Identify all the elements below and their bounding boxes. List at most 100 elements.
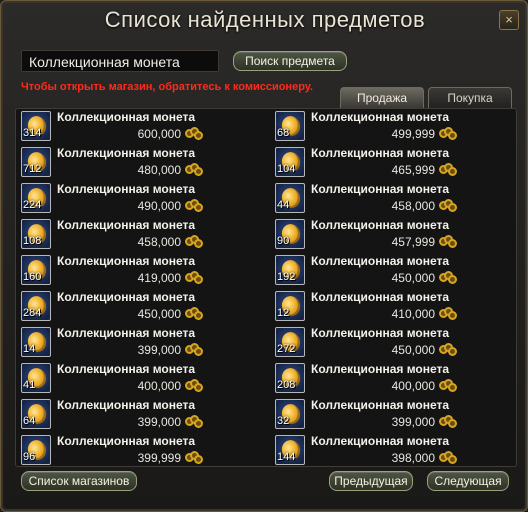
adena-coins-icon (185, 271, 205, 285)
item-slot[interactable]: 144 (275, 435, 305, 465)
list-item[interactable]: 44 Коллекционная монета 458,000 (275, 181, 515, 217)
adena-coins-icon (439, 307, 459, 321)
item-quantity: 96 (23, 451, 36, 463)
shop-notice: Чтобы открыть магазин, обратитесь к коми… (21, 81, 313, 93)
item-slot[interactable]: 44 (275, 183, 305, 213)
item-slot[interactable]: 12 (275, 291, 305, 321)
item-name: Коллекционная монета (57, 326, 196, 340)
item-quantity: 104 (277, 163, 296, 175)
item-quantity: 144 (277, 451, 296, 463)
adena-coins-icon (439, 271, 459, 285)
item-slot[interactable]: 104 (275, 147, 305, 177)
window-title: Список найденных предметов (104, 7, 426, 32)
item-price: 450,000 (391, 271, 435, 285)
item-slot[interactable]: 90 (275, 219, 305, 249)
list-item[interactable]: 272 Коллекционная монета 450,000 (275, 325, 515, 361)
item-name: Коллекционная монета (311, 254, 450, 268)
item-price: 419,000 (137, 271, 181, 285)
previous-page-button[interactable]: Предыдущая (329, 471, 413, 491)
list-item[interactable]: 68 Коллекционная монета 499,999 (275, 109, 515, 145)
item-price: 450,000 (391, 343, 435, 357)
item-price: 465,999 (391, 163, 435, 177)
adena-coins-icon (439, 235, 459, 249)
item-slot[interactable]: 41 (21, 363, 51, 393)
item-name: Коллекционная монета (311, 290, 450, 304)
tab-sell[interactable]: Продажа (340, 87, 424, 108)
item-slot[interactable]: 192 (275, 255, 305, 285)
item-name: Коллекционная монета (57, 182, 196, 196)
item-slot[interactable]: 712 (21, 147, 51, 177)
list-item[interactable]: 90 Коллекционная монета 457,999 (275, 217, 515, 253)
shop-list-button[interactable]: Список магазинов (21, 471, 137, 491)
next-page-button[interactable]: Следующая (427, 471, 509, 491)
list-item[interactable]: 104 Коллекционная монета 465,999 (275, 145, 515, 181)
adena-coins-icon (439, 127, 459, 141)
list-item[interactable]: 64 Коллекционная монета 399,000 (21, 397, 261, 433)
item-slot[interactable]: 272 (275, 327, 305, 357)
item-quantity: 90 (277, 235, 290, 247)
item-quantity: 272 (277, 343, 296, 355)
item-slot[interactable]: 64 (21, 399, 51, 429)
item-price: 499,999 (391, 127, 435, 141)
adena-coins-icon (439, 163, 459, 177)
item-name: Коллекционная монета (311, 182, 450, 196)
list-item[interactable]: 284 Коллекционная монета 450,000 (21, 289, 261, 325)
tab-buy[interactable]: Покупка (428, 87, 512, 108)
item-name: Коллекционная монета (57, 362, 196, 376)
item-list-left-column: 314 Коллекционная монета 600,000 712 Коллекц… (21, 109, 261, 469)
item-name: Коллекционная монета (57, 218, 196, 232)
item-price: 399,000 (137, 415, 181, 429)
item-slot[interactable]: 160 (21, 255, 51, 285)
item-price: 600,000 (137, 127, 181, 141)
item-quantity: 314 (23, 127, 42, 139)
item-slot[interactable]: 314 (21, 111, 51, 141)
adena-coins-icon (439, 415, 459, 429)
adena-coins-icon (185, 127, 205, 141)
search-item-button[interactable]: Поиск предмета (233, 51, 347, 71)
item-slot[interactable]: 14 (21, 327, 51, 357)
item-slot[interactable]: 96 (21, 435, 51, 465)
list-item[interactable]: 314 Коллекционная монета 600,000 (21, 109, 261, 145)
item-slot[interactable]: 68 (275, 111, 305, 141)
adena-coins-icon (185, 163, 205, 177)
item-price: 399,000 (137, 343, 181, 357)
list-item[interactable]: 12 Коллекционная монета 410,000 (275, 289, 515, 325)
item-slot[interactable]: 284 (21, 291, 51, 321)
list-item[interactable]: 160 Коллекционная монета 419,000 (21, 253, 261, 289)
item-slot[interactable]: 224 (21, 183, 51, 213)
list-item[interactable]: 14 Коллекционная монета 399,000 (21, 325, 261, 361)
item-slot[interactable]: 108 (21, 219, 51, 249)
item-slot[interactable]: 208 (275, 363, 305, 393)
item-quantity: 224 (23, 199, 42, 211)
adena-coins-icon (185, 451, 205, 465)
list-item[interactable]: 208 Коллекционная монета 400,000 (275, 361, 515, 397)
list-item[interactable]: 41 Коллекционная монета 400,000 (21, 361, 261, 397)
list-item[interactable]: 108 Коллекционная монета 458,000 (21, 217, 261, 253)
search-input[interactable]: Коллекционная монета (21, 50, 219, 72)
item-quantity: 284 (23, 307, 42, 319)
list-item[interactable]: 192 Коллекционная монета 450,000 (275, 253, 515, 289)
item-price: 458,000 (391, 199, 435, 213)
adena-coins-icon (185, 235, 205, 249)
item-quantity: 192 (277, 271, 296, 283)
list-item[interactable]: 144 Коллекционная монета 398,000 (275, 433, 515, 469)
item-list-right-column: 68 Коллекционная монета 499,999 104 Коллекци… (275, 109, 515, 469)
item-name: Коллекционная монета (57, 254, 196, 268)
list-item[interactable]: 712 Коллекционная монета 480,000 (21, 145, 261, 181)
item-quantity: 41 (23, 379, 36, 391)
list-item[interactable]: 32 Коллекционная монета 399,000 (275, 397, 515, 433)
item-slot[interactable]: 32 (275, 399, 305, 429)
item-name: Коллекционная монета (57, 146, 196, 160)
adena-coins-icon (439, 379, 459, 393)
item-name: Коллекционная монета (311, 362, 450, 376)
item-quantity: 108 (23, 235, 42, 247)
list-item[interactable]: 96 Коллекционная монета 399,999 (21, 433, 261, 469)
item-name: Коллекционная монета (57, 110, 196, 124)
item-name: Коллекционная монета (57, 290, 196, 304)
list-item[interactable]: 224 Коллекционная монета 490,000 (21, 181, 261, 217)
item-name: Коллекционная монета (311, 110, 450, 124)
item-price: 458,000 (137, 235, 181, 249)
close-icon[interactable]: × (499, 10, 519, 30)
item-price: 480,000 (137, 163, 181, 177)
item-quantity: 160 (23, 271, 42, 283)
